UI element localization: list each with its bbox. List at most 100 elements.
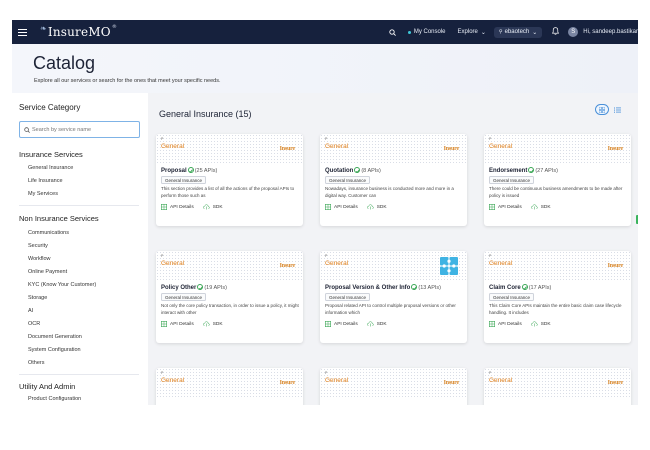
card-description: Nowadays, insurance business is conducte… [325, 186, 454, 198]
insure-logo-icon: Insure [443, 380, 460, 386]
service-card-policy-other[interactable]: P General Insure Policy Other (19 APIs) G… [156, 251, 303, 343]
sidebar-group-non-insurance-services[interactable]: Non Insurance Services [19, 214, 99, 223]
sidebar-item-general-insurance[interactable]: General Insurance [28, 165, 73, 171]
user-greeting[interactable]: Hi, sandeep.bastikar [583, 29, 638, 35]
cloud-download-icon [530, 204, 538, 210]
sidebar-item-ocr[interactable]: OCR [28, 321, 40, 327]
sidebar-item-document-generation[interactable]: Document Generation [28, 334, 82, 340]
api-grid-icon [325, 321, 331, 327]
sdk-link[interactable]: SDK [366, 321, 387, 327]
grid-view-icon[interactable] [595, 104, 609, 115]
global-search-icon[interactable] [389, 28, 396, 36]
sidebar-item-storage[interactable]: Storage [28, 295, 47, 301]
sidebar-divider [19, 205, 139, 206]
feedback-tab[interactable] [636, 215, 638, 224]
tenant-label: ebaotech [504, 29, 530, 35]
sidebar-item-kyc[interactable]: KYC (Know Your Customer) [28, 282, 96, 288]
cloud-download-icon [202, 321, 210, 327]
sidebar-item-my-services[interactable]: My Services [28, 191, 58, 197]
explore-dropdown[interactable]: Explore ⌄ [458, 29, 486, 36]
sdk-label: SDK [212, 321, 223, 327]
sidebar-item-communications[interactable]: Communications [28, 230, 69, 236]
card-title[interactable]: Proposal (25 APIs) [161, 167, 217, 174]
sidebar-item-product-configuration[interactable]: Product Configuration [28, 396, 81, 402]
hamburger-menu-icon[interactable] [14, 20, 30, 44]
api-details-link[interactable]: API Details [489, 321, 522, 327]
sdk-link[interactable]: SDK [530, 204, 551, 210]
card-category: General [161, 143, 185, 150]
verified-check-icon [197, 284, 204, 290]
api-details-link[interactable]: API Details [325, 204, 358, 210]
sidebar-group-insurance-services[interactable]: Insurance Services [19, 150, 83, 159]
card-prefix: P [161, 137, 164, 141]
sidebar-item-life-insurance[interactable]: Life Insurance [28, 178, 63, 184]
api-details-label: API Details [498, 204, 522, 210]
card-title[interactable]: Policy Other (19 APIs) [161, 284, 227, 291]
service-card-quotation[interactable]: P General Insure Quotation (8 APIs) Gener… [320, 134, 467, 226]
api-details-link[interactable]: API Details [161, 204, 194, 210]
category-tag: General Insurance [325, 176, 371, 184]
insure-logo-icon: Insure [607, 263, 624, 269]
sidebar-title: Service Category [19, 103, 81, 112]
card-title[interactable]: Proposal Version & Other Info (13 APIs) [325, 284, 441, 291]
api-details-link[interactable]: API Details [161, 321, 194, 327]
card-title[interactable]: Claim Core (17 APIs) [489, 284, 551, 291]
page-title: Catalog [33, 53, 96, 73]
insure-logo-icon: Insure [279, 263, 296, 269]
verified-check-icon [411, 284, 418, 290]
service-card-endorsement[interactable]: P General Insure Endorsement (27 APIs) Ge… [484, 134, 631, 226]
api-details-label: API Details [170, 204, 194, 210]
sidebar-item-online-payment[interactable]: Online Payment [28, 269, 67, 275]
api-grid-icon [489, 204, 495, 210]
sdk-link[interactable]: SDK [366, 204, 387, 210]
card-category: General [325, 143, 349, 150]
brand-logo[interactable]: ❧ InsureMO ® [40, 24, 117, 40]
service-card-proposal-version[interactable]: P General Proposal Version & Other Info (… [320, 251, 467, 343]
sdk-label: SDK [212, 204, 223, 210]
api-count: (27 APIs) [535, 168, 558, 174]
sidebar-item-ai[interactable]: AI [28, 308, 33, 314]
insure-logo-icon: Insure [607, 146, 624, 152]
notification-bell-icon[interactable] [551, 27, 560, 37]
sdk-link[interactable]: SDK [202, 321, 223, 327]
insure-logo-icon: Insure [279, 380, 296, 386]
sidebar-item-security[interactable]: Security [28, 243, 48, 249]
service-card-partial[interactable]: P General Insure [156, 368, 303, 405]
sidebar-group-utility-and-admin[interactable]: Utility And Admin [19, 382, 75, 391]
card-category: General [325, 377, 349, 384]
service-card-claim-core[interactable]: P General Insure Claim Core (17 APIs) Gen… [484, 251, 631, 343]
list-view-icon[interactable] [614, 107, 621, 113]
api-count: (17 APIs) [528, 285, 552, 291]
cloud-download-icon [366, 321, 374, 327]
card-category: General [489, 143, 513, 150]
search-input[interactable] [32, 126, 132, 133]
avatar[interactable]: S [568, 27, 579, 37]
my-console-link[interactable]: My Console [407, 29, 446, 35]
api-grid-icon [325, 204, 331, 210]
service-card-partial[interactable]: P General Insure [484, 368, 631, 405]
chevron-down-icon: ⌄ [532, 29, 538, 36]
explore-label: Explore [457, 29, 478, 35]
api-details-link[interactable]: API Details [489, 204, 522, 210]
card-description: Not only the core policy transaction, in… [161, 303, 299, 315]
section-title: General Insurance (15) [159, 109, 252, 119]
card-title[interactable]: Endorsement (27 APIs) [489, 167, 558, 174]
sdk-link[interactable]: SDK [530, 321, 551, 327]
card-title-text: Proposal Version & Other Info [325, 285, 411, 291]
api-details-link[interactable]: API Details [325, 321, 358, 327]
card-prefix: P [489, 137, 492, 141]
api-details-label: API Details [334, 204, 358, 210]
sidebar-item-others[interactable]: Others [28, 360, 45, 366]
sidebar-item-system-configuration[interactable]: System Configuration [28, 347, 81, 353]
service-card-proposal[interactable]: P General Insure Proposal (25 APIs) Gener… [156, 134, 303, 226]
card-category: General [489, 377, 513, 384]
tenant-selector[interactable]: ⚲ ebaotech ⌄ [493, 26, 543, 38]
card-prefix: P [325, 137, 328, 141]
sdk-link[interactable]: SDK [202, 204, 223, 210]
service-card-partial[interactable]: P General Insure [320, 368, 467, 405]
search-icon [24, 126, 30, 133]
verified-check-icon [521, 284, 528, 290]
service-search-box[interactable] [19, 121, 140, 138]
card-title[interactable]: Quotation (8 APIs) [325, 167, 381, 174]
sidebar-item-workflow[interactable]: Workflow [28, 256, 51, 262]
